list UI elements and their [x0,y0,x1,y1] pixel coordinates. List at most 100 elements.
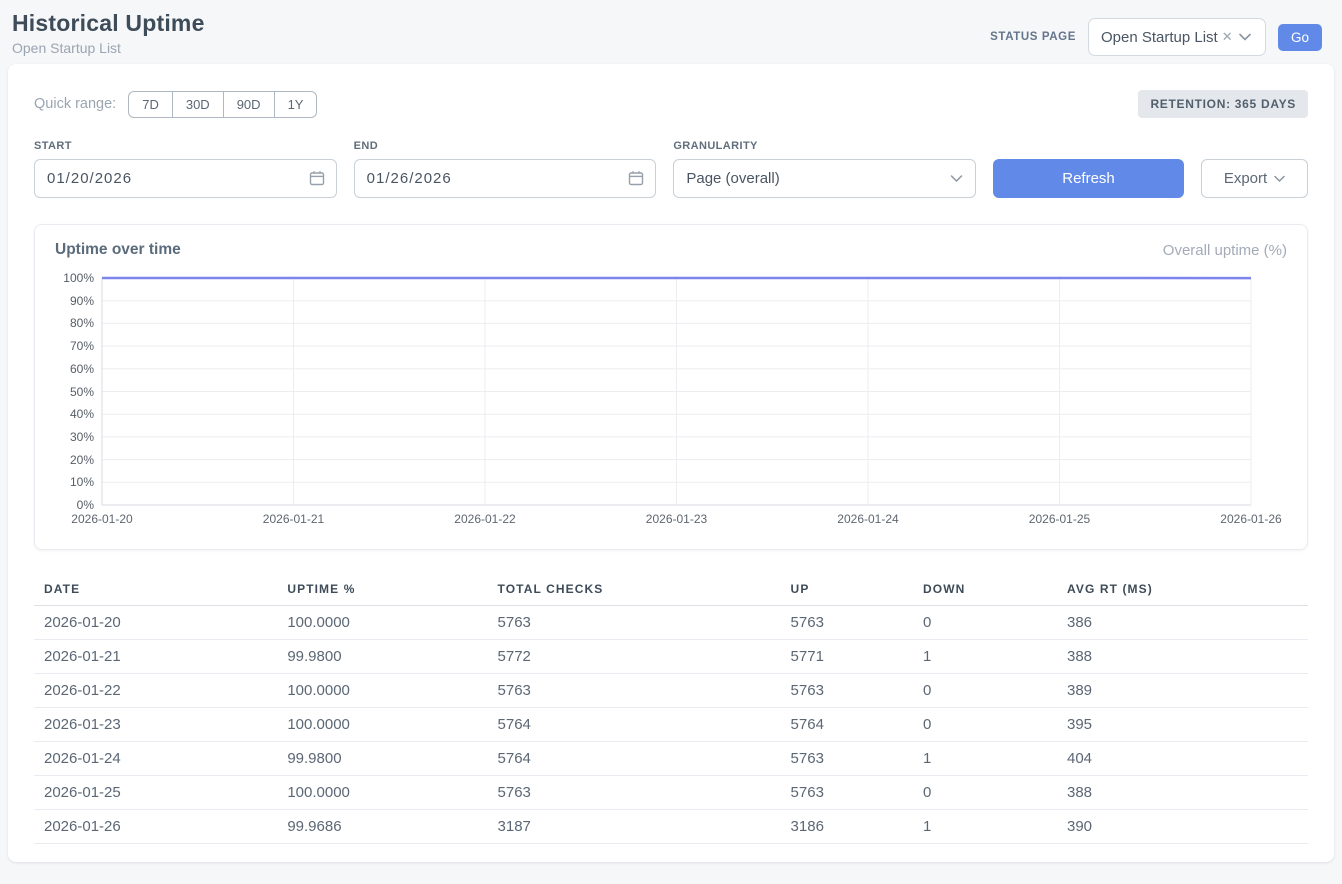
y-axis-tick: 20% [55,453,94,467]
x-axis-tick: 2026-01-26 [1220,512,1281,526]
cell-up: 5763 [781,606,913,640]
status-page-select[interactable]: Open Startup List ✕ [1088,18,1266,56]
cell-avg-rt: 388 [1057,776,1308,810]
retention-badge: RETENTION: 365 DAYS [1138,90,1308,118]
granularity-field: GRANULARITY Page (overall) [673,140,976,198]
chart-card: Uptime over time Overall uptime (%) 0% 10… [34,224,1308,550]
cell-total-checks: 5763 [488,606,781,640]
start-date-field: START [34,140,337,198]
column-header-uptime: UPTIME % [277,574,487,606]
granularity-label: GRANULARITY [673,140,976,152]
cell-avg-rt: 390 [1057,810,1308,844]
end-date-field: END [354,140,657,198]
quick-range-button-7d[interactable]: 7D [128,91,173,118]
cell-avg-rt: 388 [1057,640,1308,674]
cell-total-checks: 5764 [488,708,781,742]
y-axis-tick: 10% [55,475,94,489]
quick-range-button-1y[interactable]: 1Y [274,91,318,118]
main-panel: Quick range: 7D 30D 90D 1Y RETENTION: 36… [8,64,1334,862]
quick-range-button-30d[interactable]: 30D [172,91,224,118]
y-axis-tick: 70% [55,339,94,353]
column-header-down: DOWN [913,574,1057,606]
chart-title: Uptime over time [55,241,181,259]
cell-date: 2026-01-25 [34,776,277,810]
cell-uptime-pct: 99.9800 [277,640,487,674]
table-row: 2026-01-23 100.0000 5764 5764 0 395 [34,708,1308,742]
start-date-label: START [34,140,337,152]
column-header-up: UP [781,574,913,606]
chart-header: Uptime over time Overall uptime (%) [55,241,1287,259]
quick-range-button-90d[interactable]: 90D [223,91,275,118]
cell-down: 0 [913,674,1057,708]
cell-down: 0 [913,776,1057,810]
cell-total-checks: 5763 [488,776,781,810]
start-date-input[interactable] [34,159,337,198]
cell-uptime-pct: 100.0000 [277,708,487,742]
cell-uptime-pct: 100.0000 [277,776,487,810]
quick-range-label: Quick range: [34,96,116,112]
cell-up: 5763 [781,776,913,810]
column-header-avg-rt: AVG RT (MS) [1057,574,1308,606]
end-date-input[interactable] [354,159,657,198]
calendar-icon [309,170,325,186]
cell-avg-rt: 395 [1057,708,1308,742]
table-row: 2026-01-20 100.0000 5763 5763 0 386 [34,606,1308,640]
granularity-select[interactable]: Page (overall) [673,159,976,198]
quick-range-row: Quick range: 7D 30D 90D 1Y RETENTION: 36… [34,90,1308,118]
table-row: 2026-01-22 100.0000 5763 5763 0 389 [34,674,1308,708]
cell-date: 2026-01-24 [34,742,277,776]
status-page-label: STATUS PAGE [990,31,1076,43]
go-button[interactable]: Go [1278,24,1322,51]
cell-uptime-pct: 99.9686 [277,810,487,844]
cell-up: 5771 [781,640,913,674]
table-row: 2026-01-21 99.9800 5772 5771 1 388 [34,640,1308,674]
chart-legend-label: Overall uptime (%) [1163,242,1287,259]
page-header: Historical Uptime Open Startup List STAT… [0,0,1342,64]
cell-up: 5763 [781,674,913,708]
cell-total-checks: 5764 [488,742,781,776]
end-date-label: END [354,140,657,152]
cell-avg-rt: 404 [1057,742,1308,776]
cell-avg-rt: 386 [1057,606,1308,640]
cell-date: 2026-01-21 [34,640,277,674]
export-button[interactable]: Export [1201,159,1308,198]
column-header-date: DATE [34,574,277,606]
x-axis-tick: 2026-01-21 [263,512,324,526]
y-axis-tick: 50% [55,385,94,399]
x-axis-tick: 2026-01-23 [646,512,707,526]
cell-total-checks: 3187 [488,810,781,844]
cell-date: 2026-01-23 [34,708,277,742]
uptime-table: DATE UPTIME % TOTAL CHECKS UP DOWN AVG R… [34,574,1308,844]
cell-uptime-pct: 99.9800 [277,742,487,776]
cell-uptime-pct: 100.0000 [277,606,487,640]
chevron-down-icon [950,174,963,183]
cell-total-checks: 5772 [488,640,781,674]
x-axis-tick: 2026-01-24 [837,512,898,526]
cell-down: 0 [913,606,1057,640]
y-axis-tick: 40% [55,407,94,421]
table-row: 2026-01-26 99.9686 3187 3186 1 390 [34,810,1308,844]
status-page-selected-value: Open Startup List [1101,29,1218,46]
clear-selection-icon[interactable]: ✕ [1222,29,1233,45]
cell-down: 1 [913,640,1057,674]
page-heading: Historical Uptime Open Startup List [12,10,205,56]
x-axis-tick: 2026-01-25 [1029,512,1090,526]
column-header-total-checks: TOTAL CHECKS [488,574,781,606]
filter-form-row: START END [34,140,1308,198]
x-axis-tick: 2026-01-22 [454,512,515,526]
x-axis-tick: 2026-01-20 [71,512,132,526]
cell-down: 1 [913,742,1057,776]
y-axis-tick: 30% [55,430,94,444]
cell-date: 2026-01-22 [34,674,277,708]
chevron-down-icon [1239,33,1251,41]
uptime-chart: 0%10%20%30%40%50%60%70%80%90%100%2026-01… [55,269,1287,535]
chevron-down-icon [1274,175,1285,183]
y-axis-tick: 0% [55,498,94,512]
cell-up: 5763 [781,742,913,776]
page-subtitle: Open Startup List [12,40,205,56]
cell-total-checks: 5763 [488,674,781,708]
granularity-selected-value: Page (overall) [686,170,779,187]
refresh-button[interactable]: Refresh [993,159,1184,198]
status-page-picker: STATUS PAGE Open Startup List ✕ Go [990,18,1322,56]
y-axis-tick: 80% [55,316,94,330]
